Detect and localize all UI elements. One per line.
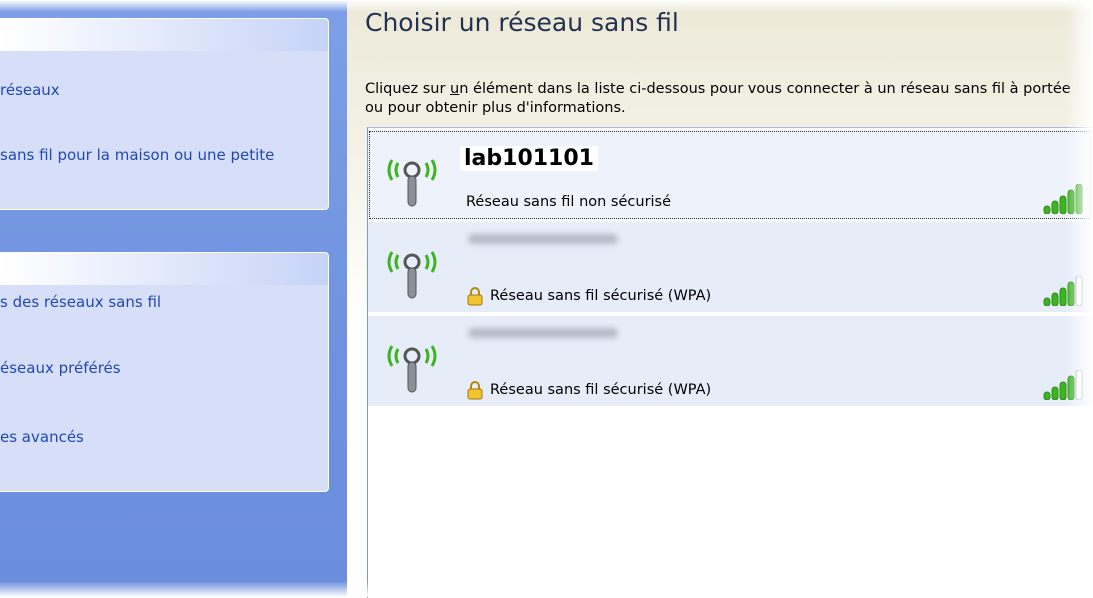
wireless-network-icon — [387, 251, 437, 299]
task-link-preferred-networks[interactable]: éseaux préférés — [0, 359, 121, 377]
content-area: Choisir un réseau sans fil Cliquez sur u… — [347, 0, 1093, 598]
edge-fade-bottom — [0, 581, 1093, 597]
task-link-refresh[interactable]: réseaux — [0, 81, 60, 99]
related-tasks-box: s des réseaux sans fil éseaux préférés e… — [0, 252, 329, 492]
lock-icon — [467, 381, 483, 400]
network-status: Réseau sans fil sécurisé (WPA) — [466, 286, 711, 306]
network-tasks-header — [0, 19, 328, 51]
task-pane: réseaux sans fil pour la maison ou une p… — [0, 0, 347, 597]
related-tasks-header — [0, 253, 328, 285]
network-ssid: lab101101 — [460, 146, 598, 171]
network-item[interactable]: lab101101 Réseau sans fil non sécurisé — [368, 130, 1092, 220]
network-item[interactable]: Réseau sans fil sécurisé (WPA) — [368, 316, 1092, 406]
network-ssid-redacted — [468, 234, 618, 244]
edge-fade-top — [0, 0, 1093, 12]
network-ssid-redacted — [468, 328, 618, 338]
instructions-accesskey: u — [450, 81, 460, 97]
wireless-network-icon — [387, 345, 437, 393]
lock-icon — [467, 287, 483, 306]
edge-fade-right — [1065, 0, 1093, 597]
network-list[interactable]: lab101101 Réseau sans fil non sécurisé R… — [367, 127, 1093, 598]
task-link-setup-home-network[interactable]: sans fil pour la maison ou une petite — [0, 146, 274, 164]
network-status: Réseau sans fil sécurisé (WPA) — [466, 380, 711, 400]
network-item[interactable]: Réseau sans fil sécurisé (WPA) — [368, 222, 1092, 312]
task-link-advanced-settings[interactable]: es avancés — [0, 428, 84, 446]
instructions-end: n élément dans la liste ci-dessous pour … — [365, 81, 1071, 116]
wireless-network-icon — [387, 159, 437, 207]
network-status-text: Réseau sans fil non sécurisé — [466, 194, 672, 210]
network-status-text: Réseau sans fil sécurisé (WPA) — [490, 382, 712, 398]
instructions-start: Cliquez sur — [365, 81, 451, 97]
network-status: Réseau sans fil non sécurisé — [466, 194, 671, 210]
page-title: Choisir un réseau sans fil — [365, 8, 679, 37]
network-tasks-box: réseaux sans fil pour la maison ou une p… — [0, 18, 329, 210]
network-status-text: Réseau sans fil sécurisé (WPA) — [490, 288, 712, 304]
instructions-text: Cliquez sur un élément dans la liste ci-… — [365, 80, 1085, 118]
task-link-learn-wireless[interactable]: s des réseaux sans fil — [0, 293, 161, 311]
